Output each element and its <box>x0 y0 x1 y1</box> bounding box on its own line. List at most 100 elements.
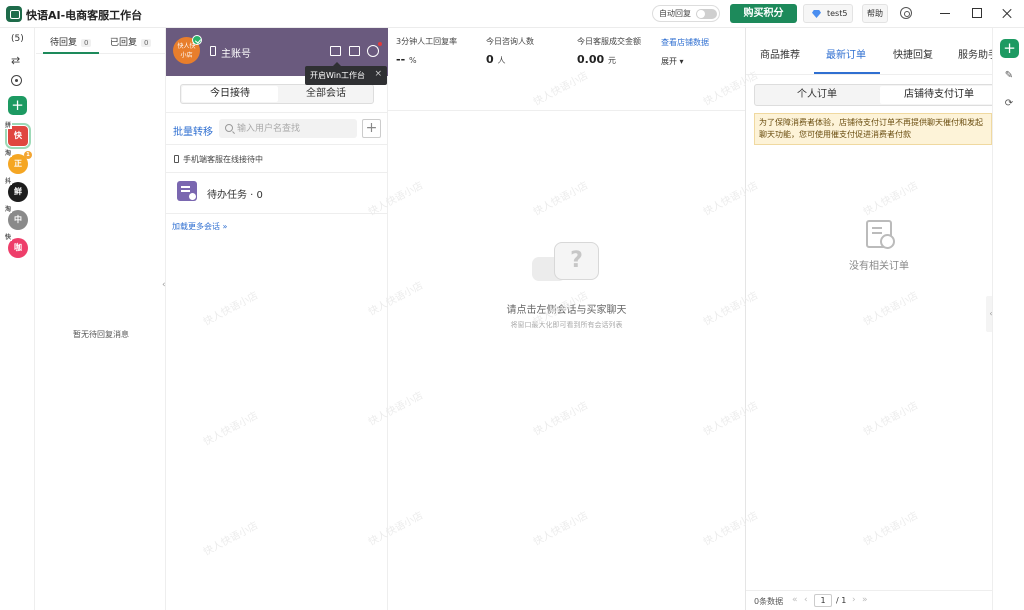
mobile-status-text: 手机端客服在线接待中 <box>183 155 263 164</box>
right-tab[interactable]: 最新订单 <box>826 46 866 61</box>
pencil-icon[interactable]: ✎ <box>1001 68 1017 84</box>
tab-shop-unpaid-orders[interactable]: 店铺待支付订单 <box>880 86 998 104</box>
edit-note-icon[interactable] <box>349 46 360 56</box>
platform-tag: 淘 <box>4 150 13 157</box>
platform-tag: 淘 <box>4 206 13 213</box>
shop-avatar[interactable]: 淘中 <box>4 206 28 230</box>
close-button[interactable] <box>1000 6 1014 20</box>
shop-initial: 鲜 <box>14 187 22 196</box>
tab-personal-orders[interactable]: 个人订单 <box>755 87 879 103</box>
shop-avatar[interactable]: 抖鲜 <box>4 178 28 202</box>
divider <box>388 110 745 111</box>
shop-initial: 正 <box>14 159 22 168</box>
pending-tabs: 待回复 0 已回复 0 <box>36 28 166 54</box>
stat-label: 今日咨询人数 <box>486 37 534 46</box>
todo-task-label[interactable]: 待办任务 · 0 <box>207 186 263 201</box>
page-total: / 1 <box>836 596 847 605</box>
stat-label: 今日客服成交金额 <box>577 37 641 46</box>
platform-tag: 快 <box>4 234 13 241</box>
auto-reply-toggle[interactable]: 自动回复 <box>652 5 720 22</box>
tab-underline <box>43 52 99 54</box>
refresh-icon[interactable]: ⟳ <box>1001 96 1017 112</box>
shop-switch-bar: (5) ⇄ + 拼快淘正1抖鲜淘中快咖 <box>0 28 35 610</box>
no-orders-text: 没有相关订单 <box>849 261 909 272</box>
swap-icon[interactable]: ⇄ <box>11 54 20 67</box>
platform-tag: 抖 <box>4 178 13 185</box>
stat-label: 3分钟人工回复率 <box>396 37 458 46</box>
tab-all-sessions[interactable]: 全部会话 <box>278 86 374 102</box>
tab-today-reception[interactable]: 今日接待 <box>182 86 278 102</box>
question-bubble-icon: ? <box>554 242 599 280</box>
settings-gear-icon[interactable] <box>900 7 912 19</box>
search-input[interactable] <box>237 121 352 136</box>
right-tab[interactable]: 服务助手 <box>958 46 992 61</box>
chat-empty-subtext: 将窗口最大化即可看到所有会话列表 <box>510 321 623 329</box>
stat-item: 今日客服成交金额 0.00 元 <box>577 36 641 66</box>
add-shop-button[interactable]: + <box>8 96 27 115</box>
empty-order-icon <box>866 220 895 249</box>
record-count: 0条数据 <box>754 597 784 606</box>
avatar[interactable]: 快人快 小店 <box>173 35 202 64</box>
tab-replied-label: 已回复 <box>110 38 138 48</box>
shop-initial: 快 <box>14 131 22 140</box>
chat-placeholder-icon: ? <box>532 236 602 292</box>
tab-waiting-reply[interactable]: 待回复 0 <box>50 35 92 48</box>
divider <box>166 144 388 145</box>
shop-avatar[interactable]: 快咖 <box>4 234 28 258</box>
pagination: 0条数据 « ‹ 1 / 1 › » <box>746 590 992 610</box>
prev-page-icon[interactable]: ‹ <box>804 595 808 605</box>
tab-replied[interactable]: 已回复 0 <box>110 35 152 48</box>
load-more-sessions-link[interactable]: 加载更多会话 » <box>172 221 227 232</box>
active-tab-underline <box>814 72 880 74</box>
user-account-button[interactable]: test5 <box>803 4 853 23</box>
stat-unit: 元 <box>607 56 616 65</box>
next-page-icon[interactable]: › <box>852 595 856 605</box>
stat-value: -- % <box>396 53 457 66</box>
waiting-count-badge: 0 <box>81 39 92 47</box>
divider <box>166 172 388 173</box>
pending-messages-panel: 待回复 0 已回复 0 暂无待回复消息 <box>36 28 166 610</box>
stat-number: -- <box>396 53 409 66</box>
right-tab[interactable]: 快捷回复 <box>893 46 933 61</box>
first-page-icon[interactable]: « <box>792 595 798 605</box>
stat-unit: 人 <box>497 56 506 65</box>
monitor-icon[interactable] <box>330 46 341 56</box>
app-window: 快语AI-电商客服工作台 自动回复 购买积分 test5 帮助 (5) ⇄ + … <box>0 0 1024 610</box>
page-number-input[interactable]: 1 <box>814 594 832 607</box>
account-settings-gear-icon[interactable] <box>367 42 382 57</box>
platform-tag: 拼 <box>4 122 13 129</box>
right-tab[interactable]: 商品推荐 <box>760 46 800 61</box>
mobile-status: 手机端客服在线接待中 <box>174 154 263 165</box>
todo-task-icon[interactable] <box>177 181 197 201</box>
online-check-icon <box>192 35 202 45</box>
expand-stats-toggle[interactable]: 展开 ▾ <box>661 56 684 67</box>
shop-initial: 中 <box>14 215 22 224</box>
collapse-left-chevron-icon[interactable]: ‹ <box>162 280 170 304</box>
search-field[interactable] <box>219 119 357 138</box>
minimize-button[interactable] <box>938 6 952 20</box>
mobile-phone-icon <box>174 155 179 163</box>
toggle-switch-icon[interactable] <box>696 9 717 19</box>
account-name: 主账号 <box>221 49 251 60</box>
chat-area: 3分钟人工回复率 -- % 今日咨询人数 0 人 今日客服成交金额 0.00 元 查看店铺… <box>388 28 745 610</box>
stat-item: 3分钟人工回复率 -- % <box>396 36 457 66</box>
divider <box>166 213 388 214</box>
tooltip-close-icon[interactable]: × <box>374 69 382 79</box>
buy-points-button[interactable]: 购买积分 <box>730 4 797 23</box>
help-button[interactable]: 帮助 <box>862 4 888 23</box>
shop-initial: 咖 <box>14 243 22 252</box>
avatar-line2: 小店 <box>180 52 193 59</box>
maximize-button[interactable] <box>970 6 984 20</box>
unpaid-order-notice: 为了保障消费者体验，店铺待支付订单不再提供聊天催付和发起聊天功能，您可使用催支付… <box>754 113 992 145</box>
last-page-icon[interactable]: » <box>862 595 868 605</box>
batch-transfer-link[interactable]: 批量转移 <box>173 123 213 138</box>
add-tool-button[interactable]: + <box>1000 39 1019 58</box>
search-icon <box>225 124 233 132</box>
diamond-icon <box>812 10 821 18</box>
add-session-button[interactable]: + <box>362 119 381 138</box>
view-shop-data-link[interactable]: 查看店铺数据 <box>661 37 709 48</box>
shop-avatar[interactable]: 淘正1 <box>4 150 32 174</box>
right-tabs: 商品推荐 最新订单 快捷回复 服务助手 <box>746 28 992 75</box>
shop-avatar[interactable]: 拼快 <box>4 122 31 149</box>
target-icon[interactable] <box>11 75 22 86</box>
